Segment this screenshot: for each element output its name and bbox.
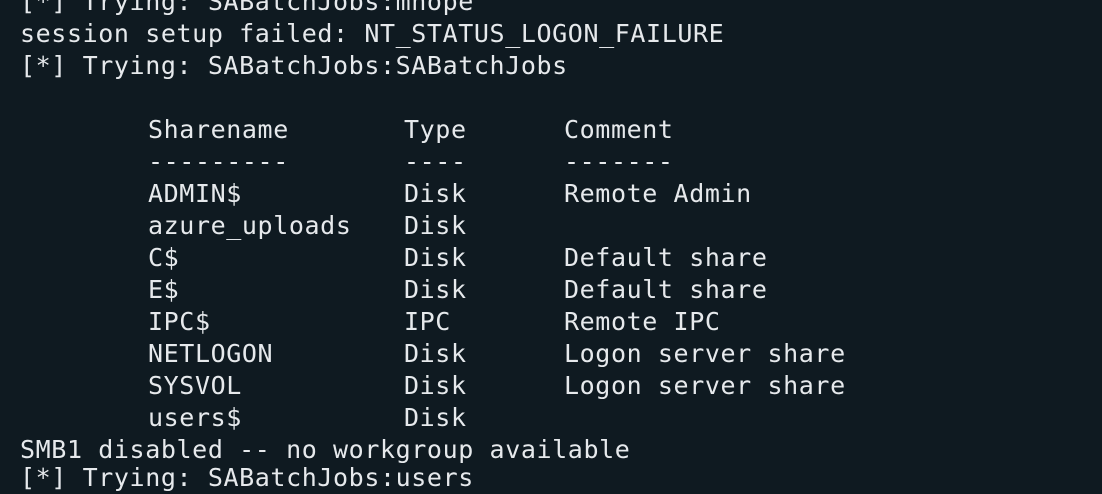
cell-type: Disk	[404, 243, 467, 272]
cell-type: Disk	[404, 179, 467, 208]
cell-type: Disk	[404, 275, 467, 304]
separator-type: ----	[404, 147, 467, 176]
terminal-line: [*] Trying: SABatchJobs:mnope	[20, 0, 474, 16]
cell-comment: Logon server share	[564, 339, 846, 368]
separator-sharename: ---------	[148, 147, 289, 176]
cell-sharename: C$	[148, 243, 180, 272]
terminal-line: [*] Trying: SABatchJobs:users	[20, 463, 474, 492]
cell-sharename: E$	[148, 275, 180, 304]
terminal-window[interactable]: [*] Trying: SABatchJobs:mnope session se…	[0, 0, 1102, 492]
header-type: Type	[404, 115, 467, 144]
cell-sharename: SYSVOL	[148, 371, 242, 400]
cell-comment: Default share	[564, 275, 768, 304]
cell-type: IPC	[404, 307, 451, 336]
header-comment: Comment	[564, 115, 674, 144]
header-sharename: Sharename	[148, 115, 289, 144]
cell-comment: Remote Admin	[564, 179, 752, 208]
cell-comment: Logon server share	[564, 371, 846, 400]
cell-sharename: NETLOGON	[148, 339, 274, 368]
cell-comment: Remote IPC	[564, 307, 721, 336]
cell-sharename: IPC$	[148, 307, 211, 336]
cell-sharename: azure_uploads	[148, 211, 352, 240]
cell-sharename: users$	[148, 403, 242, 432]
cell-type: Disk	[404, 339, 467, 368]
cell-type: Disk	[404, 371, 467, 400]
cell-sharename: ADMIN$	[148, 179, 242, 208]
terminal-line: session setup failed: NT_STATUS_LOGON_FA…	[20, 19, 725, 48]
cell-type: Disk	[404, 211, 467, 240]
terminal-line: [*] Trying: SABatchJobs:SABatchJobs	[20, 51, 568, 80]
cell-comment: Default share	[564, 243, 768, 272]
cell-type: Disk	[404, 403, 467, 432]
separator-comment: -------	[564, 147, 674, 176]
